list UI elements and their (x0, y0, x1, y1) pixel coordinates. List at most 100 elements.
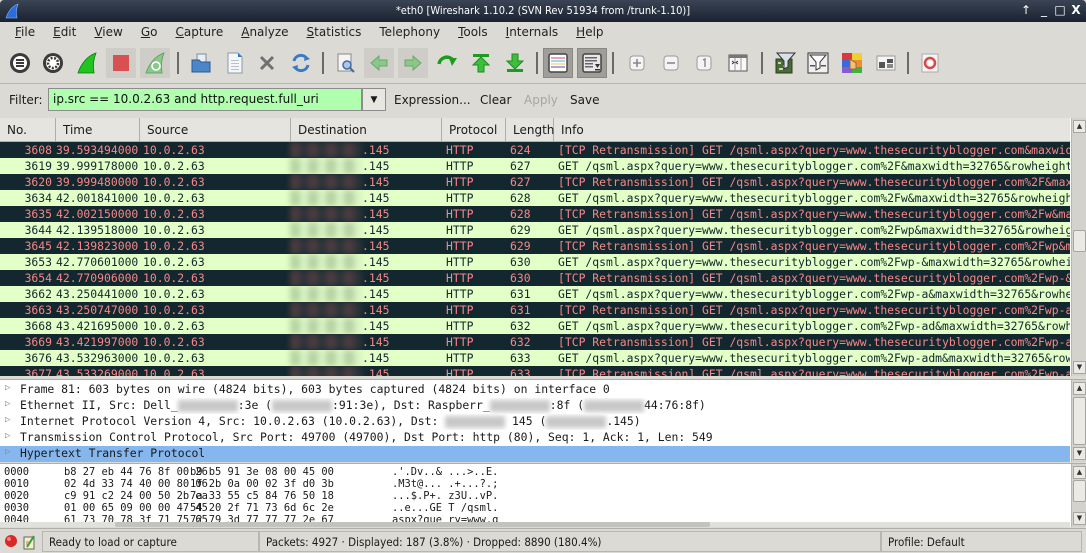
open-file-button[interactable] (186, 48, 216, 78)
display-filter-input[interactable]: ip.src == 10.0.2.63 and http.request.ful… (48, 88, 362, 111)
hex-bytes[interactable]: 54 20 2f 71 73 6d 6c 2e (190, 502, 334, 514)
detail-tree-item[interactable]: ▷ Ethernet II, Src: Dell_:3e (:91:3e), Ds… (0, 398, 1070, 414)
menu-internals[interactable]: Internals (497, 22, 568, 44)
scrollbar-thumb[interactable] (1073, 230, 1086, 252)
auto-scroll-button[interactable] (577, 48, 607, 78)
detail-tree-item[interactable]: ▷ Transmission Control Protocol, Src Port… (0, 430, 1070, 446)
help-button[interactable] (915, 48, 945, 78)
column-header-length[interactable]: Length (506, 118, 554, 142)
hex-bytes[interactable]: 7a 33 55 c5 84 76 50 18 (190, 490, 334, 502)
menu-view[interactable]: View (85, 22, 131, 44)
scroll-down-arrow-icon[interactable]: ▼ (1073, 512, 1086, 525)
detail-tree-item[interactable]: ▷ Hypertext Transfer Protocol (0, 446, 1070, 462)
packet-row[interactable]: 3654 42.770906000 10.0.2.63 .145 HTTP 630 [TCP… (0, 270, 1070, 286)
hex-ascii[interactable]: .M3t@... .+...?.; (392, 478, 498, 490)
hex-offset[interactable]: 0030 (4, 502, 29, 514)
profile-selector[interactable]: Profile: Default (881, 531, 1082, 552)
hex-bytes[interactable]: 01 00 65 09 00 00 47 45 (64, 502, 208, 514)
interfaces-list-button[interactable] (5, 48, 35, 78)
menu-capture[interactable]: Capture (166, 22, 232, 44)
expand-arrow-icon[interactable]: ▷ (5, 383, 10, 393)
hex-offset[interactable]: 0010 (4, 478, 29, 490)
menu-tools[interactable]: Tools (449, 22, 497, 44)
column-header-time[interactable]: Time (56, 118, 140, 142)
filter-history-dropdown[interactable]: ▼ (362, 88, 386, 111)
hex-ascii[interactable]: ..e...GE T /qsml. (392, 502, 498, 514)
hex-offset[interactable]: 0000 (4, 466, 29, 478)
expand-arrow-icon[interactable]: ▷ (5, 431, 10, 441)
bytes-scrollbar[interactable]: ▲ ▼ (1071, 464, 1086, 527)
capture-options-button[interactable] (38, 48, 68, 78)
scroll-down-arrow-icon[interactable]: ▼ (1073, 361, 1086, 374)
column-header-info[interactable]: Info (554, 118, 1070, 142)
menu-go[interactable]: Go (132, 22, 167, 44)
packet-row[interactable]: 3677 43.533269000 10.0.2.63 .145 HTTP 633 [TCP… (0, 366, 1070, 376)
scrollbar-thumb[interactable] (1073, 480, 1086, 502)
coloring-rules-button[interactable] (837, 48, 867, 78)
scroll-up-arrow-icon[interactable]: ▲ (1073, 382, 1086, 395)
close-file-button[interactable] (252, 48, 282, 78)
hex-ascii[interactable]: .'.Dv..& ...>..E. (392, 466, 498, 478)
stop-capture-button[interactable] (106, 48, 136, 78)
expand-arrow-icon[interactable]: ▷ (5, 415, 10, 425)
go-last-button[interactable] (500, 48, 530, 78)
hex-bytes[interactable]: 02 4d 33 74 40 00 80 06 (64, 478, 208, 490)
go-forward-button[interactable] (398, 48, 428, 78)
scrollbar-thumb[interactable] (1073, 397, 1086, 445)
packet-row[interactable]: 3676 43.532963000 10.0.2.63 .145 HTTP 633 GET … (0, 350, 1070, 366)
restart-capture-button[interactable] (140, 48, 170, 78)
save-filter-button[interactable]: Save (570, 93, 599, 107)
packet-row[interactable]: 3608 39.593494000 10.0.2.63 .145 HTTP 624 [TCP… (0, 142, 1070, 158)
close-window-button[interactable]: X (1068, 3, 1084, 17)
expert-info-error-icon[interactable] (4, 534, 18, 548)
packet-row[interactable]: 3619 39.999178000 10.0.2.63 .145 HTTP 627 GET … (0, 158, 1070, 174)
detail-tree-item[interactable]: ▷ Frame 81: 603 bytes on wire (4824 bits)… (0, 382, 1070, 398)
hex-ascii[interactable]: ...$.P+. z3U..vP. (392, 490, 498, 502)
capture-filters-button[interactable] (770, 48, 800, 78)
scroll-down-arrow-icon[interactable]: ▼ (1073, 447, 1086, 460)
apply-filter-button[interactable]: Apply (524, 93, 558, 107)
column-header-no[interactable]: No. (0, 118, 56, 142)
clear-filter-button[interactable]: Clear (480, 93, 511, 107)
packet-row[interactable]: 3663 43.250747000 10.0.2.63 .145 HTTP 631 [TCP… (0, 302, 1070, 318)
save-file-button[interactable] (220, 48, 250, 78)
reload-button[interactable] (286, 48, 316, 78)
scroll-up-arrow-icon[interactable]: ▲ (1073, 466, 1086, 479)
packet-row[interactable]: 3662 43.250441000 10.0.2.63 .145 HTTP 631 GET … (0, 286, 1070, 302)
details-scrollbar[interactable]: ▲ ▼ (1071, 380, 1086, 462)
display-filters-button[interactable] (803, 48, 833, 78)
packet-list-scrollbar[interactable]: ▲ ▼ (1071, 118, 1086, 376)
resize-columns-button[interactable] (723, 48, 753, 78)
preferences-button[interactable] (871, 48, 901, 78)
menu-help[interactable]: Help (567, 22, 612, 44)
packet-row[interactable]: 3634 42.001841000 10.0.2.63 .145 HTTP 628 GET … (0, 190, 1070, 206)
expression-button[interactable]: Expression... (394, 93, 471, 107)
go-to-packet-button[interactable] (432, 48, 462, 78)
zoom-out-button[interactable] (656, 48, 686, 78)
scroll-up-arrow-icon[interactable]: ▲ (1073, 120, 1086, 133)
hex-bytes[interactable]: b8 27 eb 44 76 8f 00 26 (64, 466, 208, 478)
expand-arrow-icon[interactable]: ▷ (5, 399, 10, 409)
menu-file[interactable]: File (6, 22, 44, 44)
packet-row[interactable]: 3653 42.770601000 10.0.2.63 .145 HTTP 630 GET … (0, 254, 1070, 270)
menu-edit[interactable]: Edit (44, 22, 85, 44)
menu-analyze[interactable]: Analyze (232, 22, 297, 44)
find-packet-button[interactable] (331, 48, 361, 78)
packet-row[interactable]: 3645 42.139823000 10.0.2.63 .145 HTTP 629 [TCP… (0, 238, 1070, 254)
menu-statistics[interactable]: Statistics (298, 22, 371, 44)
pin-window-button[interactable]: ↑ (1018, 3, 1034, 17)
scrollbar-thumb[interactable] (115, 522, 710, 527)
minimize-button[interactable]: _ (1036, 3, 1052, 17)
column-header-source[interactable]: Source (140, 118, 291, 142)
packet-row[interactable]: 3644 42.139518000 10.0.2.63 .145 HTTP 629 GET … (0, 222, 1070, 238)
menu-telephony[interactable]: Telephony (370, 22, 449, 44)
packet-row[interactable]: 3668 43.421695000 10.0.2.63 .145 HTTP 632 GET … (0, 318, 1070, 334)
capture-comment-icon[interactable] (22, 534, 36, 550)
bytes-horizontal-scrollbar[interactable] (0, 522, 1070, 527)
column-header-protocol[interactable]: Protocol (442, 118, 506, 142)
maximize-button[interactable]: □ (1052, 3, 1068, 17)
hex-bytes[interactable]: b9 b5 91 3e 08 00 45 00 (190, 466, 334, 478)
hex-bytes[interactable]: c9 91 c2 24 00 50 2b ea (64, 490, 208, 502)
go-back-button[interactable] (364, 48, 394, 78)
hex-offset[interactable]: 0020 (4, 490, 29, 502)
